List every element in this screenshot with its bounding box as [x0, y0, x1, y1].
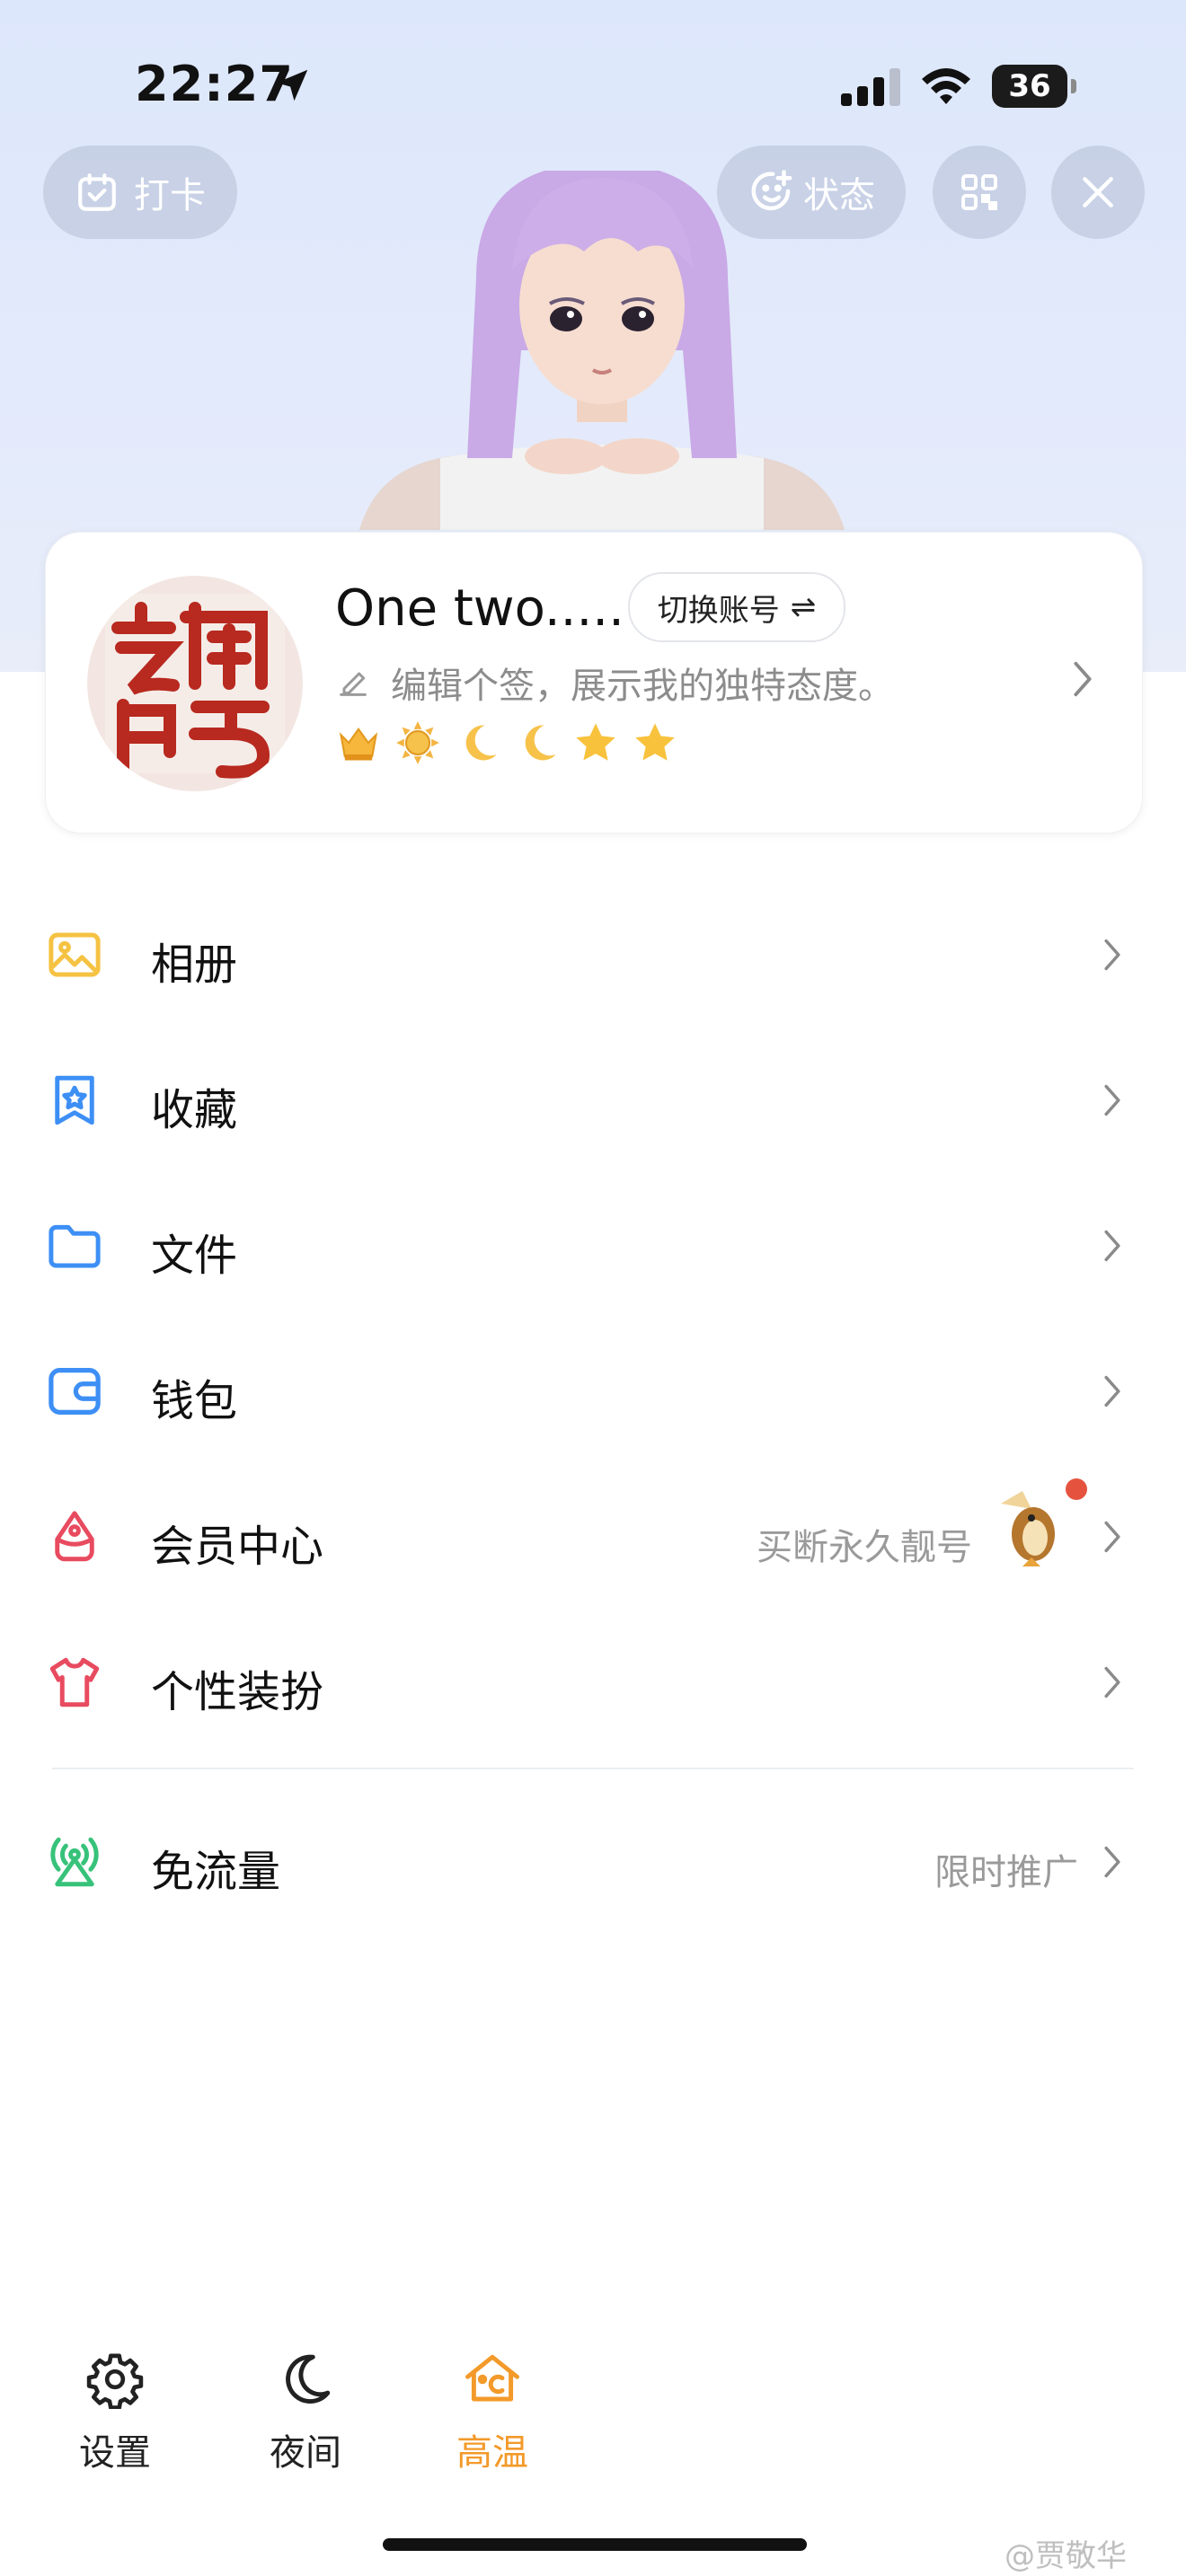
chevron-right-icon	[1104, 1375, 1120, 1407]
photo-icon	[49, 932, 101, 977]
chevron-right-icon	[1104, 1230, 1120, 1262]
weibo-watermark: @贾敬华	[1005, 2538, 1127, 2574]
home-indicator[interactable]	[383, 2538, 807, 2551]
avatar-seal[interactable]	[87, 576, 303, 791]
star-icon	[635, 723, 675, 761]
status-time: 22:27	[135, 56, 294, 112]
menu-item-album[interactable]: 相册	[0, 898, 1186, 1006]
section-divider	[52, 1768, 1134, 1769]
signature-placeholder: 编辑个签，展示我的独特态度。	[391, 666, 894, 707]
avatar-figure[interactable]	[341, 171, 863, 530]
menu-item-favorites[interactable]: 收藏	[0, 1044, 1186, 1151]
battery-level: 36	[1008, 68, 1051, 104]
sun-icon	[396, 721, 439, 764]
switch-account-button[interactable]: 切换账号 ⇌	[628, 572, 845, 642]
switch-arrows-icon: ⇌	[790, 589, 817, 625]
signal-tower-icon	[50, 1837, 99, 1887]
chevron-right-icon	[1104, 939, 1120, 971]
night-mode-button[interactable]: 夜间	[252, 2350, 359, 2475]
calendar-check-icon	[78, 173, 116, 211]
night-label: 夜间	[270, 2432, 341, 2474]
menu-label: 免流量	[151, 1847, 281, 1897]
chevron-right-icon	[1104, 1521, 1120, 1553]
username: One two.....	[335, 579, 624, 638]
level-badges[interactable]	[335, 719, 678, 766]
menu-item-personalize[interactable]: 个性装扮	[0, 1626, 1186, 1734]
gear-icon	[86, 2353, 144, 2409]
checkin-label: 打卡	[134, 175, 206, 216]
chevron-right-icon	[1104, 1666, 1120, 1698]
menu-label: 相册	[151, 940, 238, 990]
profile-card[interactable]: One two..... 切换账号 ⇌ 编辑个签，展示我的独特态度。	[45, 532, 1143, 834]
bookmark-star-icon	[55, 1075, 94, 1125]
battery-indicator: 36	[992, 65, 1076, 108]
qr-code-button[interactable]	[933, 146, 1026, 239]
moon-icon	[465, 725, 497, 761]
moon-outline-icon	[286, 2354, 331, 2404]
high-temp-button[interactable]: 高温	[438, 2350, 546, 2475]
menu-item-wallet[interactable]: 钱包	[0, 1335, 1186, 1442]
close-icon	[1083, 177, 1113, 207]
switch-account-label: 切换账号	[657, 592, 780, 629]
star-icon	[576, 723, 615, 761]
menu-label: 钱包	[151, 1376, 238, 1426]
pencil-icon	[340, 672, 367, 696]
qr-code-icon	[961, 174, 997, 210]
chevron-right-icon	[1074, 661, 1092, 697]
vip-promo-text: 买断永久靓号	[757, 1527, 972, 1568]
thermometer-house-icon	[465, 2354, 519, 2402]
menu-label: 会员中心	[151, 1522, 324, 1572]
free-data-promo-text: 限时推广	[934, 1852, 1078, 1893]
checkin-button[interactable]: 打卡	[43, 146, 237, 239]
notification-dot	[1066, 1478, 1087, 1500]
menu-label: 收藏	[151, 1085, 238, 1135]
crown-icon	[339, 727, 378, 761]
high-temp-label: 高温	[456, 2432, 528, 2474]
tshirt-icon	[49, 1657, 100, 1707]
menu-label: 文件	[151, 1231, 238, 1281]
settings-label: 设置	[79, 2432, 151, 2474]
vip-icon	[55, 1511, 94, 1562]
menu-item-files[interactable]: 文件	[0, 1189, 1186, 1297]
chevron-right-icon	[1104, 1084, 1120, 1116]
signature-row[interactable]: 编辑个签，展示我的独特态度。	[335, 657, 894, 709]
moon-icon	[525, 725, 556, 761]
menu-item-free-data[interactable]: 免流量 限时推广	[0, 1805, 1186, 1913]
folder-icon	[49, 1224, 101, 1268]
chevron-right-icon	[1104, 1846, 1120, 1878]
cellular-signal-icon	[841, 68, 900, 106]
location-arrow-icon	[276, 69, 308, 101]
close-button[interactable]	[1051, 146, 1145, 239]
menu-label: 个性装扮	[151, 1667, 324, 1717]
penguin-mascot-icon[interactable]	[996, 1487, 1066, 1574]
settings-button[interactable]: 设置	[61, 2350, 169, 2475]
wallet-icon	[49, 1368, 101, 1415]
wifi-icon	[922, 68, 970, 104]
